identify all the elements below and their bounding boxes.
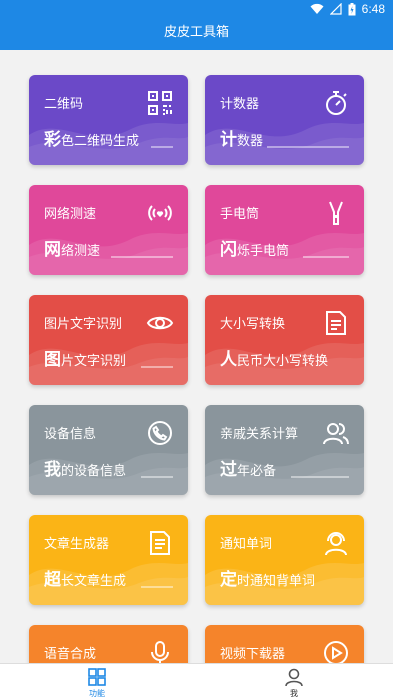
flashlight-icon <box>329 201 343 225</box>
card-subtitle-first-char: 图 <box>44 350 61 370</box>
card-title: 手电筒 <box>220 207 260 222</box>
tool-grid: 二维码 彩色二维码生成 计数器 计数器 网络测速 网络测速 手电筒 闪烁手电筒 <box>0 50 393 663</box>
card-title: 计数器 <box>220 97 260 112</box>
microphone-icon <box>151 641 169 663</box>
card-subtitle-first-char: 计 <box>220 130 237 150</box>
play-icon <box>324 641 348 663</box>
tool-card-case-convert[interactable]: 大小写转换 人民币大小写转换 <box>205 295 364 385</box>
wifi-icon <box>310 3 324 15</box>
nav-tab-me[interactable]: 我 <box>264 664 324 700</box>
grid-icon <box>88 668 106 686</box>
card-underline <box>141 586 173 588</box>
card-underline <box>141 366 173 368</box>
app-bar: 皮皮工具箱 <box>0 20 393 50</box>
card-title: 视频下载器 <box>220 647 286 662</box>
card-subtitle: 我的设备信息 <box>44 455 126 480</box>
article-icon <box>150 531 170 555</box>
document-icon <box>326 311 346 335</box>
status-icons: 6:48 <box>310 2 385 16</box>
card-subtitle: 超长文章生成 <box>44 565 126 590</box>
card-title: 网络测速 <box>44 207 97 222</box>
card-title: 亲戚关系计算 <box>220 427 299 442</box>
card-subtitle-first-char: 定 <box>220 570 237 590</box>
stopwatch-icon <box>326 91 347 115</box>
card-underline <box>267 146 349 148</box>
card-subtitle-first-char: 闪 <box>220 240 237 260</box>
tool-card-speech-synthesis[interactable]: 语音合成 <box>29 625 188 663</box>
card-underline <box>151 146 173 148</box>
card-title: 文章生成器 <box>44 537 110 552</box>
tool-card-flashlight[interactable]: 手电筒 闪烁手电筒 <box>205 185 364 275</box>
tool-card-counter[interactable]: 计数器 计数器 <box>205 75 364 165</box>
card-underline <box>291 476 349 478</box>
card-subtitle-rest: 数器 <box>237 134 264 149</box>
card-subtitle-rest: 年必备 <box>237 464 277 479</box>
qr-code-icon <box>148 91 172 115</box>
card-subtitle-rest: 片文字识别 <box>61 354 127 369</box>
card-title: 图片文字识别 <box>44 317 123 332</box>
status-bar: 6:48 <box>0 0 393 20</box>
headset-icon <box>325 532 347 556</box>
card-subtitle-rest: 络测速 <box>61 244 101 259</box>
card-subtitle-first-char: 彩 <box>44 130 61 150</box>
card-subtitle: 网络测速 <box>44 235 100 260</box>
card-subtitle-first-char: 网 <box>44 240 61 260</box>
phone-icon <box>148 421 172 445</box>
card-subtitle-first-char: 超 <box>44 570 61 590</box>
signal-heart-icon <box>148 205 172 221</box>
nav-tab-functions[interactable]: 功能 <box>67 664 127 700</box>
card-subtitle-rest: 的设备信息 <box>61 464 127 479</box>
status-time: 6:48 <box>361 2 385 16</box>
tool-card-video-downloader[interactable]: 视频下载器 <box>205 625 364 663</box>
card-underline <box>141 476 173 478</box>
tool-card-word-notify[interactable]: 通知单词 定时通知背单词 <box>205 515 364 605</box>
card-subtitle: 计数器 <box>220 125 263 150</box>
user-icon <box>285 668 303 687</box>
battery-icon <box>348 2 356 15</box>
eye-icon <box>146 316 174 330</box>
card-title: 大小写转换 <box>220 317 286 332</box>
card-subtitle-rest: 时通知背单词 <box>237 574 316 589</box>
card-title: 设备信息 <box>44 427 97 442</box>
signal-icon <box>329 3 342 15</box>
card-subtitle-rest: 色二维码生成 <box>61 134 140 149</box>
app-title: 皮皮工具箱 <box>163 25 229 40</box>
card-subtitle: 彩色二维码生成 <box>44 125 139 150</box>
card-subtitle-rest: 烁手电筒 <box>237 244 290 259</box>
card-subtitle-first-char: 过 <box>220 460 237 480</box>
card-subtitle: 人民币大小写转换 <box>220 345 328 370</box>
tool-card-device-info[interactable]: 设备信息 我的设备信息 <box>29 405 188 495</box>
tool-card-qr-code[interactable]: 二维码 彩色二维码生成 <box>29 75 188 165</box>
card-subtitle-rest: 长文章生成 <box>61 574 127 589</box>
nav-tab-me-label: 我 <box>290 689 298 698</box>
card-subtitle: 过年必备 <box>220 455 276 480</box>
card-underline <box>111 256 173 258</box>
people-icon <box>323 423 349 445</box>
card-subtitle-first-char: 我 <box>44 460 61 480</box>
tool-card-relatives[interactable]: 亲戚关系计算 过年必备 <box>205 405 364 495</box>
card-underline <box>303 256 349 258</box>
card-subtitle: 定时通知背单词 <box>220 565 315 590</box>
card-subtitle-rest: 民币大小写转换 <box>237 354 329 369</box>
tool-card-network-speed[interactable]: 网络测速 网络测速 <box>29 185 188 275</box>
nav-tab-functions-label: 功能 <box>89 689 105 698</box>
card-subtitle-first-char: 人 <box>220 350 237 370</box>
tool-card-article-generator[interactable]: 文章生成器 超长文章生成 <box>29 515 188 605</box>
card-subtitle: 图片文字识别 <box>44 345 126 370</box>
card-title: 二维码 <box>44 97 84 112</box>
card-title: 语音合成 <box>44 647 97 662</box>
bottom-navigation: 功能 我 <box>0 663 393 700</box>
tool-card-image-ocr[interactable]: 图片文字识别 图片文字识别 <box>29 295 188 385</box>
card-subtitle: 闪烁手电筒 <box>220 235 289 260</box>
card-title: 通知单词 <box>220 537 273 552</box>
